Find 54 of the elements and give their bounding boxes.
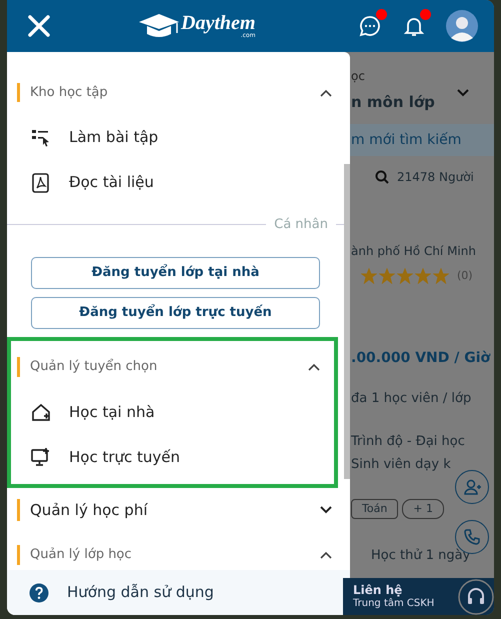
tutor-type: Sinh viên dạy k xyxy=(351,456,452,474)
menu-item[interactable]: Học tại nhà xyxy=(69,400,155,424)
group-title[interactable]: Quản lý lớp học xyxy=(17,545,132,565)
subject-tag: + 1 xyxy=(402,498,444,519)
help-icon xyxy=(29,582,49,602)
avatar[interactable] xyxy=(446,10,478,42)
star-icon xyxy=(361,268,377,284)
contact-title: Liên hệ xyxy=(353,584,404,598)
post-class-button[interactable]: Đăng tuyển lớp tại nhà xyxy=(31,256,320,288)
menu-item[interactable]: Làm bài tập xyxy=(69,126,158,149)
group-title[interactable]: Quản lý tuyển chọn xyxy=(17,357,158,377)
level-text: Trình độ - Đại học xyxy=(351,432,466,450)
checklist-icon xyxy=(31,128,51,148)
scrollbar[interactable] xyxy=(344,164,350,479)
star-icon xyxy=(397,268,413,284)
post-class-button[interactable]: Đăng tuyển lớp trực tuyến xyxy=(31,296,320,328)
menu-item[interactable]: Học trực tuyến xyxy=(69,446,180,468)
city-text: ành phố Hồ Chí Minh xyxy=(351,242,477,260)
student-count: đa 1 học viên / lớp xyxy=(351,390,472,408)
result-count: 21478 Người xyxy=(397,168,474,186)
chevron-down-icon xyxy=(456,89,469,97)
contact-banner[interactable]: Liên hệ Trung tâm CSKH xyxy=(343,578,494,615)
price-text: .00.000 VND / Giờ xyxy=(351,349,492,368)
chevron-up-icon[interactable] xyxy=(320,88,332,96)
subject-tag: Toán xyxy=(351,498,398,519)
pdf-icon xyxy=(31,172,51,192)
text: ọc xyxy=(351,68,366,85)
trial-text: Học thử 1 ngày xyxy=(371,549,472,564)
search-icon xyxy=(375,170,389,184)
help-label: Hướng dẫn sử dụng xyxy=(67,582,214,604)
close-icon[interactable] xyxy=(27,14,51,38)
group-title[interactable]: Quản lý học phí xyxy=(17,498,148,522)
section-label: Cá nhân xyxy=(273,216,329,234)
review-count: (0) xyxy=(457,268,473,284)
contact-subtitle: Trung tâm CSKH xyxy=(353,598,434,609)
monitor-add-icon xyxy=(31,447,51,467)
chevron-up-icon[interactable] xyxy=(308,363,320,371)
add-user-button[interactable] xyxy=(455,470,489,504)
add-user-icon xyxy=(463,478,481,496)
help-item[interactable]: Hướng dẫn sử dụng xyxy=(7,570,350,615)
star-icon xyxy=(433,268,449,284)
star-icon xyxy=(415,268,431,284)
chat-icon[interactable] xyxy=(358,14,382,38)
group-title[interactable]: Kho học tập xyxy=(17,82,108,102)
star-icon xyxy=(379,268,395,284)
logo-text: Daythem xyxy=(181,13,256,33)
graduation-cap-icon xyxy=(137,13,181,39)
menu-item[interactable]: Đọc tài liệu xyxy=(69,171,154,194)
headset-icon[interactable] xyxy=(458,578,494,614)
home-add-icon xyxy=(31,402,51,422)
chevron-down-icon[interactable] xyxy=(320,506,332,514)
phone-icon xyxy=(463,528,481,546)
subject-select[interactable]: n môn lớp xyxy=(351,91,435,114)
chevron-up-icon[interactable] xyxy=(320,551,332,559)
